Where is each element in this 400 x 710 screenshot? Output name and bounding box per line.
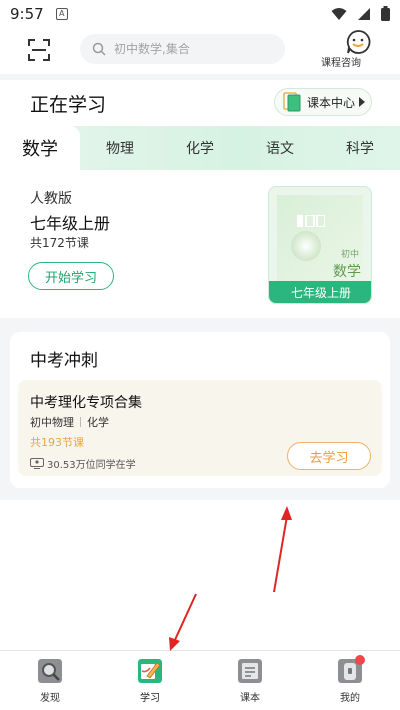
cover-level-tag: 初中 xyxy=(341,250,360,260)
nav-discover[interactable]: 发现 xyxy=(0,651,100,710)
notification-badge xyxy=(355,655,365,665)
textbook-cover[interactable]: 初中 数学 七年级上册 xyxy=(268,186,372,304)
exam-course-item[interactable]: 中考理化专项合集 初中物理 化学 共193节课 30.53万位同学在学 去学习 xyxy=(18,380,382,476)
cover-circle-decoration xyxy=(291,231,321,261)
wifi-icon xyxy=(331,7,347,20)
course-grade: 七年级上册 xyxy=(30,214,111,233)
search-bar[interactable] xyxy=(80,34,285,64)
textbook-center-button[interactable]: 课本中心 xyxy=(274,88,372,116)
learners-text: 30.53万位同学在学 xyxy=(47,460,136,471)
search-icon xyxy=(92,42,106,56)
cover-grade-band: 七年级上册 xyxy=(269,281,371,303)
exam-item-learners: 30.53万位同学在学 xyxy=(30,456,136,471)
arrow-to-exam-card xyxy=(273,506,292,593)
arrow-to-learn-tab xyxy=(169,593,197,651)
chat-smile-icon xyxy=(346,30,371,54)
tag-chemistry: 化学 xyxy=(87,416,109,429)
exam-card: 中考冲刺 中考理化专项合集 初中物理 化学 共193节课 30.53万位同学在学… xyxy=(10,332,390,488)
start-learning-button[interactable]: 开始学习 xyxy=(28,262,114,290)
nav-textbook[interactable]: 课本 xyxy=(200,651,300,710)
search-input[interactable] xyxy=(114,42,264,56)
exam-item-tags: 初中物理 化学 xyxy=(30,414,109,430)
exam-item-lesson-count: 共193节课 xyxy=(30,436,84,449)
textbook-stack-icon xyxy=(283,92,301,112)
nav-profile[interactable]: 我的 xyxy=(300,651,400,710)
notification-a-icon: A xyxy=(55,8,68,20)
nav-learn[interactable]: 学习 xyxy=(100,651,200,710)
top-header: 课程咨询 xyxy=(0,28,400,74)
scan-icon[interactable] xyxy=(28,39,50,61)
learning-title: 正在学习 xyxy=(30,94,107,116)
tab-math[interactable]: 数学 xyxy=(0,126,80,170)
exam-section-title: 中考冲刺 xyxy=(30,351,98,371)
textbook-icon xyxy=(238,659,262,683)
nav-learn-label: 学习 xyxy=(140,693,160,704)
consult-label: 课程咨询 xyxy=(321,58,361,69)
nav-discover-label: 发现 xyxy=(40,693,60,704)
course-edition: 人教版 xyxy=(30,191,72,207)
exam-item-title: 中考理化专项合集 xyxy=(30,395,142,411)
cover-artwork: 初中 数学 xyxy=(277,195,363,281)
course-lesson-count: 共172节课 xyxy=(30,236,89,250)
bottom-navigation: 发现 学习 课本 我的 xyxy=(0,650,400,710)
status-bar: 9:57 A xyxy=(0,0,400,28)
tag-physics: 初中物理 xyxy=(30,416,74,429)
learners-icon xyxy=(30,458,44,469)
tab-chemistry[interactable]: 化学 xyxy=(160,126,240,170)
cover-subject: 数学 xyxy=(333,264,361,280)
magnifier-icon xyxy=(38,659,62,683)
subject-tabs: 数学 物理 化学 语文 科学 xyxy=(0,126,400,170)
nav-textbook-label: 课本 xyxy=(240,693,260,704)
nav-profile-label: 我的 xyxy=(340,693,360,704)
tab-chinese[interactable]: 语文 xyxy=(240,126,320,170)
textbook-center-label: 课本中心 xyxy=(307,95,356,110)
go-learn-button[interactable]: 去学习 xyxy=(287,442,371,470)
tab-science[interactable]: 科学 xyxy=(320,126,400,170)
tag-divider xyxy=(80,417,81,427)
status-time: 9:57 xyxy=(10,5,44,23)
section-divider xyxy=(0,74,400,80)
pencil-book-icon xyxy=(138,659,162,683)
tab-physics[interactable]: 物理 xyxy=(80,126,160,170)
cover-logo-icon xyxy=(297,214,326,230)
play-triangle-icon xyxy=(359,97,366,107)
signal-icon xyxy=(358,7,370,20)
course-consult-button[interactable]: 课程咨询 xyxy=(313,30,371,69)
battery-icon xyxy=(381,6,390,21)
status-icons xyxy=(331,6,390,21)
